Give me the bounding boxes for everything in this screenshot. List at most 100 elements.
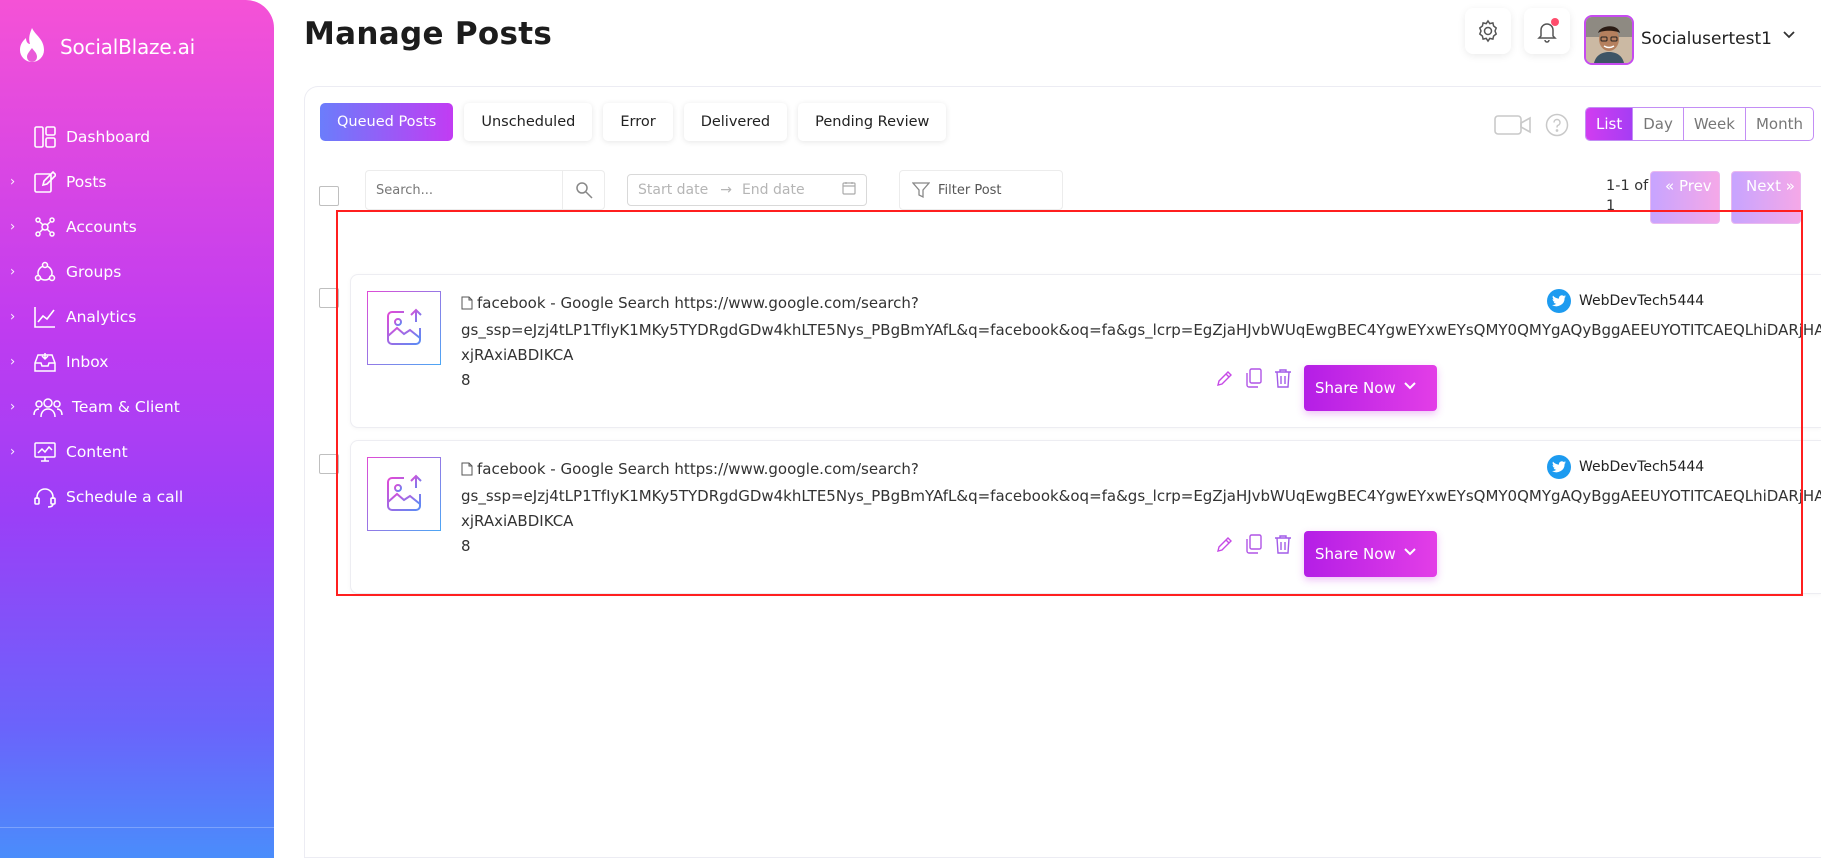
notification-badge <box>1551 18 1559 26</box>
copy-icon <box>1246 368 1262 388</box>
calendar-icon <box>842 181 856 199</box>
view-mode-switch: List Day Week Month <box>1585 107 1814 141</box>
sidebar-item-posts[interactable]: › Posts <box>0 159 274 204</box>
sidebar-item-label: Groups <box>66 262 122 281</box>
end-date-field[interactable]: End date <box>742 182 805 198</box>
sidebar-item-team-client[interactable]: › Team & Client <box>0 384 274 429</box>
post-checkbox[interactable] <box>319 288 339 308</box>
sidebar-item-accounts[interactable]: › Accounts <box>0 204 274 249</box>
team-icon <box>33 395 63 419</box>
image-upload-icon <box>387 308 422 345</box>
post-account: WebDevTech5444 <box>1547 455 1704 479</box>
tab-error[interactable]: Error <box>603 103 673 141</box>
search-icon <box>575 182 593 199</box>
view-day-button[interactable]: Day <box>1632 108 1683 140</box>
groups-icon <box>33 260 57 284</box>
sidebar-item-label: Analytics <box>66 307 137 326</box>
sidebar-item-label: Content <box>66 442 128 461</box>
sidebar-item-label: Schedule a call <box>66 487 184 506</box>
prev-page-label: « Prev <box>1665 177 1712 195</box>
post-thumbnail[interactable] <box>367 457 441 531</box>
share-now-button[interactable]: Share Now <box>1304 531 1437 577</box>
settings-button[interactable] <box>1465 8 1511 54</box>
tab-unscheduled[interactable]: Unscheduled <box>464 103 593 141</box>
post-actions <box>1215 533 1293 555</box>
post-status-tabs: Queued Posts Unscheduled Error Delivered… <box>320 103 947 141</box>
sidebar-divider <box>0 827 274 828</box>
sidebar-nav: Dashboard › Posts › Accounts › Groups › … <box>0 114 274 519</box>
delete-post-button[interactable] <box>1273 533 1293 555</box>
notifications-button[interactable] <box>1524 8 1570 54</box>
tab-delivered[interactable]: Delivered <box>683 103 788 141</box>
share-now-button[interactable]: Share Now <box>1304 365 1437 411</box>
sidebar-item-label: Dashboard <box>66 127 151 146</box>
date-range-picker[interactable]: Start date → End date <box>627 174 867 206</box>
sidebar-item-schedule-call[interactable]: Schedule a call <box>0 474 274 519</box>
avatar[interactable] <box>1584 15 1634 65</box>
user-photo-icon <box>1586 17 1632 63</box>
prev-page-button[interactable]: « Prev <box>1650 171 1720 224</box>
chevron-down-icon[interactable] <box>1402 543 1418 563</box>
sidebar-item-inbox[interactable]: › Inbox <box>0 339 274 384</box>
pencil-icon <box>1217 371 1232 386</box>
filter-post-label: Filter Post <box>938 182 1002 198</box>
sidebar-item-label: Posts <box>66 172 107 191</box>
headset-icon <box>33 485 57 509</box>
duplicate-post-button[interactable] <box>1244 533 1264 555</box>
tab-queued-posts[interactable]: Queued Posts <box>320 103 454 141</box>
chevron-right-icon: › <box>10 309 16 324</box>
view-month-button[interactable]: Month <box>1744 108 1813 140</box>
image-upload-icon <box>387 474 422 511</box>
app-name: SocialBlaze.ai <box>60 35 196 59</box>
post-account: WebDevTech5444 <box>1547 289 1704 313</box>
edit-post-button[interactable] <box>1215 367 1235 389</box>
duplicate-post-button[interactable] <box>1244 367 1264 389</box>
dashboard-icon <box>33 125 57 149</box>
app-logo[interactable]: SocialBlaze.ai <box>14 26 195 68</box>
gear-icon <box>1478 19 1498 43</box>
search-input[interactable] <box>366 171 562 209</box>
post-checkbox[interactable] <box>319 454 339 474</box>
document-icon <box>461 293 473 318</box>
search-button[interactable] <box>562 171 604 209</box>
filter-post-button[interactable]: Filter Post <box>899 170 1063 210</box>
sidebar-item-analytics[interactable]: › Analytics <box>0 294 274 339</box>
sidebar-item-dashboard[interactable]: Dashboard <box>0 114 274 159</box>
network-icon <box>33 215 57 239</box>
help-icon[interactable] <box>1545 113 1569 141</box>
sidebar-item-content[interactable]: › Content <box>0 429 274 474</box>
chevron-down-icon[interactable] <box>1781 26 1797 46</box>
sidebar: SocialBlaze.ai Dashboard › Posts › Accou… <box>0 0 274 858</box>
twitter-icon <box>1547 455 1571 479</box>
content-icon <box>33 440 57 464</box>
pencil-icon <box>1217 537 1232 552</box>
sidebar-item-groups[interactable]: › Groups <box>0 249 274 294</box>
sidebar-item-label: Inbox <box>66 352 109 371</box>
start-date-field[interactable]: Start date <box>638 182 708 198</box>
chevron-right-icon: › <box>10 264 16 279</box>
chevron-down-icon[interactable] <box>1402 377 1418 397</box>
account-name: WebDevTech5444 <box>1579 293 1705 309</box>
share-now-label: Share Now <box>1315 379 1396 397</box>
trash-icon <box>1275 535 1291 554</box>
document-icon <box>461 459 473 484</box>
next-page-button[interactable]: Next » <box>1731 171 1801 224</box>
post-card: facebook - Google Search https://www.goo… <box>350 440 1821 594</box>
select-all-checkbox[interactable] <box>319 186 339 206</box>
username[interactable]: Socialusertest1 <box>1641 29 1772 49</box>
delete-post-button[interactable] <box>1273 367 1293 389</box>
post-thumbnail[interactable] <box>367 291 441 365</box>
trash-icon <box>1275 369 1291 388</box>
inbox-icon <box>33 350 57 374</box>
video-camera-icon[interactable] <box>1494 113 1532 141</box>
view-week-button[interactable]: Week <box>1682 108 1745 140</box>
copy-icon <box>1246 534 1262 554</box>
tab-pending-review[interactable]: Pending Review <box>798 103 947 141</box>
flame-logo-icon <box>20 28 44 62</box>
analytics-icon <box>33 305 57 329</box>
chevron-right-icon: › <box>10 399 16 414</box>
edit-post-button[interactable] <box>1215 533 1235 555</box>
account-name: WebDevTech5444 <box>1579 459 1705 475</box>
view-list-button[interactable]: List <box>1586 108 1633 140</box>
twitter-icon <box>1547 289 1571 313</box>
